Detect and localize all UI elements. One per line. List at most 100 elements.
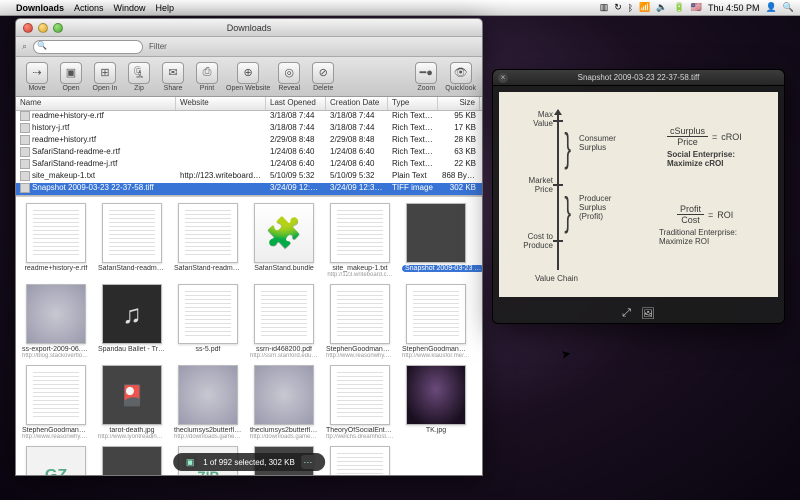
icon-view[interactable]: readme+history-e.rtfSafariStand-readme-e… <box>16 196 482 475</box>
cell-created: 1/24/08 6:40 <box>326 159 388 171</box>
label-cost-produce: Cost to Produce <box>503 232 553 250</box>
cell-website <box>176 159 266 171</box>
cell-type: Rich Text … <box>388 111 438 123</box>
open-button[interactable]: ▣Open <box>56 62 86 92</box>
list-row[interactable]: SafariStand-readme-j.rtf1/24/08 6:401/24… <box>16 159 482 171</box>
reveal-button[interactable]: ◎Reveal <box>274 62 304 92</box>
cell-opened: 3/18/08 7:44 <box>266 123 326 135</box>
thumb-label: site_makeup-1.txt <box>326 265 394 272</box>
cell-size: 63 KB <box>438 147 480 159</box>
minimize-button[interactable] <box>38 23 48 33</box>
thumb-sublabel: http://ssrn.stanford.edu/deli… <box>250 353 318 359</box>
thumb-preview <box>330 203 390 263</box>
menuextra-user-icon[interactable]: 👤 <box>766 2 777 13</box>
thumb-label: StephenGoodmanResu… <box>402 346 470 353</box>
zoom-button[interactable] <box>53 23 63 33</box>
menuextra-volume-icon[interactable]: 🔈 <box>656 2 667 13</box>
file-thumb[interactable]: ssrn-id468200.pdfhttp://ssrn.stanford.ed… <box>250 284 318 359</box>
menuextra-clock[interactable]: Thu 4:50 PM <box>708 3 760 13</box>
file-thumb[interactable]: 🎴tarot-death.jpghttp://www.lyontreadings… <box>98 365 166 440</box>
file-thumb[interactable] <box>326 446 394 475</box>
openin-button[interactable]: ⊞Open In <box>90 62 120 92</box>
file-thumb[interactable]: SafariStand-readme-j.rtf <box>174 203 242 278</box>
close-button[interactable] <box>23 23 33 33</box>
openweb-button[interactable]: ⊕Open Website <box>226 62 270 92</box>
menuextra-bluetooth-icon[interactable]: ᛒ <box>628 3 633 13</box>
cell-opened: 1/24/08 6:40 <box>266 159 326 171</box>
col-website[interactable]: Website <box>176 97 266 110</box>
file-thumb[interactable]: SafariStand-readme-e.rtf <box>98 203 166 278</box>
thumb-sublabel: http://www.reasonwhy.me/… <box>22 434 90 440</box>
reveal-icon: ◎ <box>278 62 300 84</box>
thumb-preview <box>330 365 390 425</box>
quicklook-title: Snapshot 2009-03-23 22-37-58.tiff <box>578 73 700 82</box>
cell-name: readme+history-e.rtf <box>16 111 176 123</box>
file-thumb[interactable]: Snapshot 2009-03-23 … <box>402 203 470 278</box>
quicklook-fullscreen-button[interactable]: ⤢ <box>622 307 631 320</box>
menu-window[interactable]: Window <box>114 3 146 13</box>
file-thumb[interactable]: theclumsys2butterflyeff…http://downloads… <box>250 365 318 440</box>
thumb-sublabel: http://blog.stackoverflow.co… <box>22 353 90 359</box>
thumb-sublabel: http://downloads.gamehous… <box>250 434 318 440</box>
search-input[interactable] <box>33 40 143 54</box>
menuextra-wifi-icon[interactable]: 📶 <box>639 2 650 13</box>
menu-app[interactable]: Downloads <box>16 3 64 13</box>
cell-opened: 3/24/09 12:3… <box>266 183 326 195</box>
file-thumb[interactable]: ss-export-2009-06.7z…http://blog.stackov… <box>22 284 90 359</box>
zip-button[interactable]: 🗜Zip <box>124 62 154 92</box>
cell-name: site_makeup-1.txt <box>16 171 176 183</box>
cell-created: 3/18/08 7:44 <box>326 123 388 135</box>
quicklook-iphoto-button[interactable]: 🖼 <box>641 307 655 320</box>
col-last-opened[interactable]: Last Opened <box>266 97 326 110</box>
file-thumb[interactable]: ♫Spandau Ballet - True.mp3 <box>98 284 166 359</box>
file-thumb[interactable]: ss-5.pdf <box>174 284 242 359</box>
cell-created: 3/24/09 12:3… <box>326 183 388 195</box>
file-thumb[interactable] <box>98 446 166 475</box>
move-button[interactable]: ⇢Move <box>22 62 52 92</box>
cell-type: Rich Text … <box>388 123 438 135</box>
menuextra-battery-icon[interactable]: 🔋 <box>674 2 685 13</box>
menu-help[interactable]: Help <box>156 3 175 13</box>
menuextra-display-icon[interactable]: ▥ <box>600 2 609 13</box>
toolbar-label: Reveal <box>278 85 300 92</box>
list-row[interactable]: site_makeup-1.txthttp://123.writeboard.c… <box>16 171 482 183</box>
openin-icon: ⊞ <box>94 62 116 84</box>
file-thumb[interactable]: theclumsys2butterflyeff…http://downloads… <box>174 365 242 440</box>
list-row[interactable]: history-j.rtf3/18/08 7:443/18/08 7:44Ric… <box>16 123 482 135</box>
file-thumb[interactable]: TheoryOfSocialEnterpri…ftp://welchs.drea… <box>326 365 394 440</box>
cell-website <box>176 135 266 147</box>
file-thumb[interactable]: StephenGoodmanResu…http://www.reasonwhy.… <box>22 365 90 440</box>
thumb-sublabel: http://123.writeboard.c… <box>326 272 394 278</box>
col-creation-date[interactable]: Creation Date <box>326 97 388 110</box>
file-thumb[interactable]: site_makeup-1.txthttp://123.writeboard.c… <box>326 203 394 278</box>
file-thumb[interactable]: StephenGoodmanResu…http://www.klausfor.m… <box>402 284 470 359</box>
list-row[interactable]: Snapshot 2009-03-23 22-37-58.tiff3/24/09… <box>16 183 482 195</box>
file-thumb[interactable]: StephenGoodmanResu…http://www.reasonwhy.… <box>326 284 394 359</box>
menuextra-flag-icon[interactable]: 🇺🇸 <box>691 2 702 13</box>
quicklook-close-button[interactable]: × <box>498 73 508 83</box>
zoom-button[interactable]: ━●Zoom <box>411 62 441 92</box>
file-thumb[interactable]: 🧩SafariStand.bundle <box>250 203 318 278</box>
menuextra-spotlight-icon[interactable]: 🔍 <box>783 2 794 13</box>
quicklook-button[interactable]: 👁Quicklook <box>445 62 476 92</box>
thumb-sublabel: ftp://welchs.dreamhost.com… <box>326 434 394 440</box>
file-thumb[interactable]: GZarchive.gz <box>22 446 90 475</box>
file-thumb[interactable]: readme+history-e.rtf <box>22 203 90 278</box>
label-consumer-surplus: Consumer Surplus <box>579 134 616 152</box>
list-row[interactable]: readme+history.rtf2/29/08 8:482/29/08 8:… <box>16 135 482 147</box>
print-button[interactable]: ⎙Print <box>192 62 222 92</box>
cell-name: history-j.rtf <box>16 123 176 135</box>
file-thumb[interactable]: TK.jpg <box>402 365 470 440</box>
list-row[interactable]: SafariStand-readme-e.rtf1/24/08 6:401/24… <box>16 147 482 159</box>
menu-actions[interactable]: Actions <box>74 3 104 13</box>
col-type[interactable]: Type <box>388 97 438 110</box>
window-title: Downloads <box>16 19 482 37</box>
thumb-preview <box>178 365 238 425</box>
status-action-icon[interactable]: ⋯ <box>301 455 315 469</box>
delete-button[interactable]: ⊘Delete <box>308 62 338 92</box>
share-button[interactable]: ✉Share <box>158 62 188 92</box>
col-size[interactable]: Size <box>438 97 480 110</box>
col-name[interactable]: Name <box>16 97 176 110</box>
menuextra-timemachine-icon[interactable]: ↻ <box>614 2 622 13</box>
list-row[interactable]: readme+history-e.rtf3/18/08 7:443/18/08 … <box>16 111 482 123</box>
